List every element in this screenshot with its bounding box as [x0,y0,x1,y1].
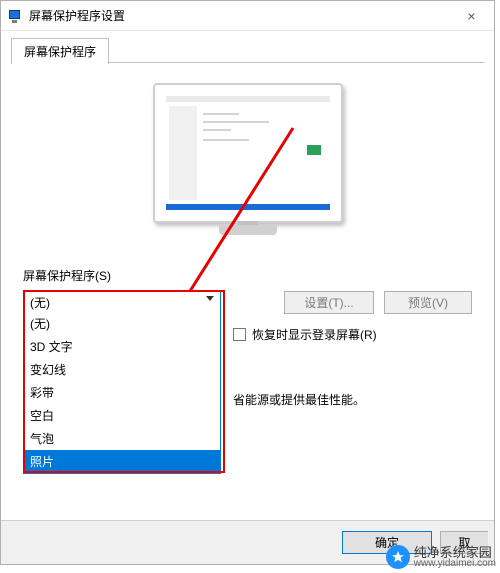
close-button[interactable]: × [449,1,494,31]
watermark-url: www.yidaimei.com [414,559,496,569]
combo-option[interactable]: 3D 文字 [24,335,220,358]
close-icon: × [467,8,475,24]
resume-checkbox-label: 恢复时显示登录屏幕(R) [252,326,377,343]
preview-button[interactable]: 预览(V) [384,291,472,314]
watermark-logo-icon [386,545,410,569]
screensaver-row: (无) 设置(T)... 预览(V) (无)3D 文字变幻线彩带空白气泡照片 恢… [23,290,472,408]
screensaver-group-label: 屏幕保护程序(S) [23,267,472,284]
resume-checkbox[interactable] [233,328,246,341]
dialog-content: 屏幕保护程序(S) (无) 设置(T)... 预览(V) (无)3D 文字变幻线… [1,63,494,445]
screensaver-icon [7,8,23,24]
titlebar: 屏幕保护程序设置 × [1,1,494,31]
combo-option[interactable]: 气泡 [24,427,220,450]
power-description: 省能源或提供最佳性能。 [233,391,472,408]
dialog-window: 屏幕保护程序设置 × 屏幕保护程序 [0,0,495,565]
combo-option[interactable]: 彩带 [24,381,220,404]
combo-option[interactable]: (无) [24,312,220,335]
watermark-text: 纯净系统家园 [414,546,496,559]
combo-selected-value: (无) [30,294,50,311]
chevron-down-icon [206,296,214,301]
combo-option[interactable]: 变幻线 [24,358,220,381]
monitor-preview [23,73,472,253]
combo-option[interactable]: 照片 [24,450,220,473]
window-title: 屏幕保护程序设置 [29,7,449,24]
tab-screensaver[interactable]: 屏幕保护程序 [11,38,109,64]
resume-checkbox-row: 恢复时显示登录屏幕(R) [233,326,472,343]
screensaver-combo[interactable]: (无) [23,291,221,313]
screensaver-combo-list[interactable]: (无)3D 文字变幻线彩带空白气泡照片 [23,312,221,474]
settings-button[interactable]: 设置(T)... [284,291,374,314]
tabstrip: 屏幕保护程序 [1,31,494,63]
watermark: 纯净系统家园 www.yidaimei.com [386,545,496,569]
combo-option[interactable]: 空白 [24,404,220,427]
